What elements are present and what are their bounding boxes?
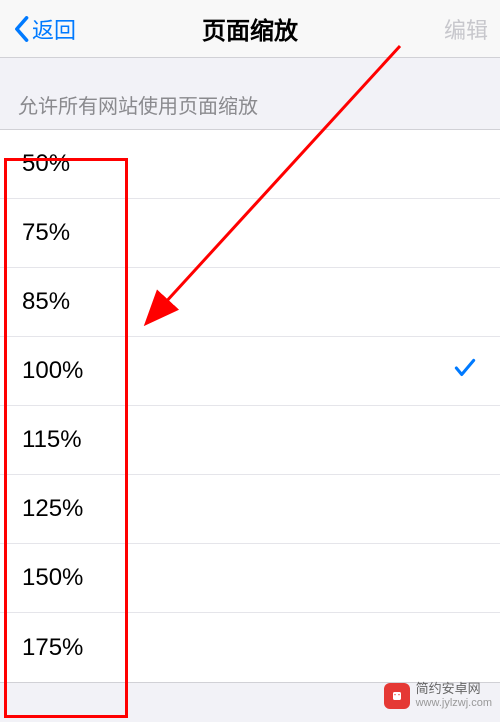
edit-button[interactable]: 编辑 bbox=[444, 13, 488, 45]
zoom-option[interactable]: 85% bbox=[0, 268, 500, 337]
zoom-option-label: 50% bbox=[22, 150, 70, 178]
zoom-options-list: 50% 75% 85% 100% 115% 125% 150% 175% bbox=[0, 129, 500, 683]
zoom-option[interactable]: 115% bbox=[0, 406, 500, 475]
zoom-option[interactable]: 175% bbox=[0, 613, 500, 682]
zoom-option[interactable]: 75% bbox=[0, 199, 500, 268]
zoom-option[interactable]: 125% bbox=[0, 475, 500, 544]
watermark-name: 简约安卓网 bbox=[416, 681, 492, 697]
zoom-option-label: 115% bbox=[22, 426, 82, 454]
zoom-option-label: 100% bbox=[22, 357, 83, 385]
section-header: 允许所有网站使用页面缩放 bbox=[0, 58, 500, 129]
zoom-option[interactable]: 50% bbox=[0, 130, 500, 199]
checkmark-icon bbox=[452, 355, 478, 388]
nav-header: 返回 页面缩放 编辑 bbox=[0, 0, 500, 58]
watermark: 简约安卓网 www.jylzwj.com bbox=[384, 681, 492, 710]
zoom-option-label: 75% bbox=[22, 219, 70, 247]
zoom-option-label: 150% bbox=[22, 564, 83, 592]
zoom-option-label: 175% bbox=[22, 634, 83, 662]
chevron-left-icon bbox=[12, 15, 30, 43]
back-button[interactable]: 返回 bbox=[12, 13, 76, 45]
zoom-option[interactable]: 150% bbox=[0, 544, 500, 613]
back-label: 返回 bbox=[32, 13, 76, 45]
watermark-url: www.jylzwj.com bbox=[416, 697, 492, 710]
zoom-option[interactable]: 100% bbox=[0, 337, 500, 406]
android-icon bbox=[384, 683, 410, 709]
zoom-option-label: 85% bbox=[22, 288, 70, 316]
zoom-option-label: 125% bbox=[22, 495, 83, 523]
page-title: 页面缩放 bbox=[202, 11, 298, 46]
